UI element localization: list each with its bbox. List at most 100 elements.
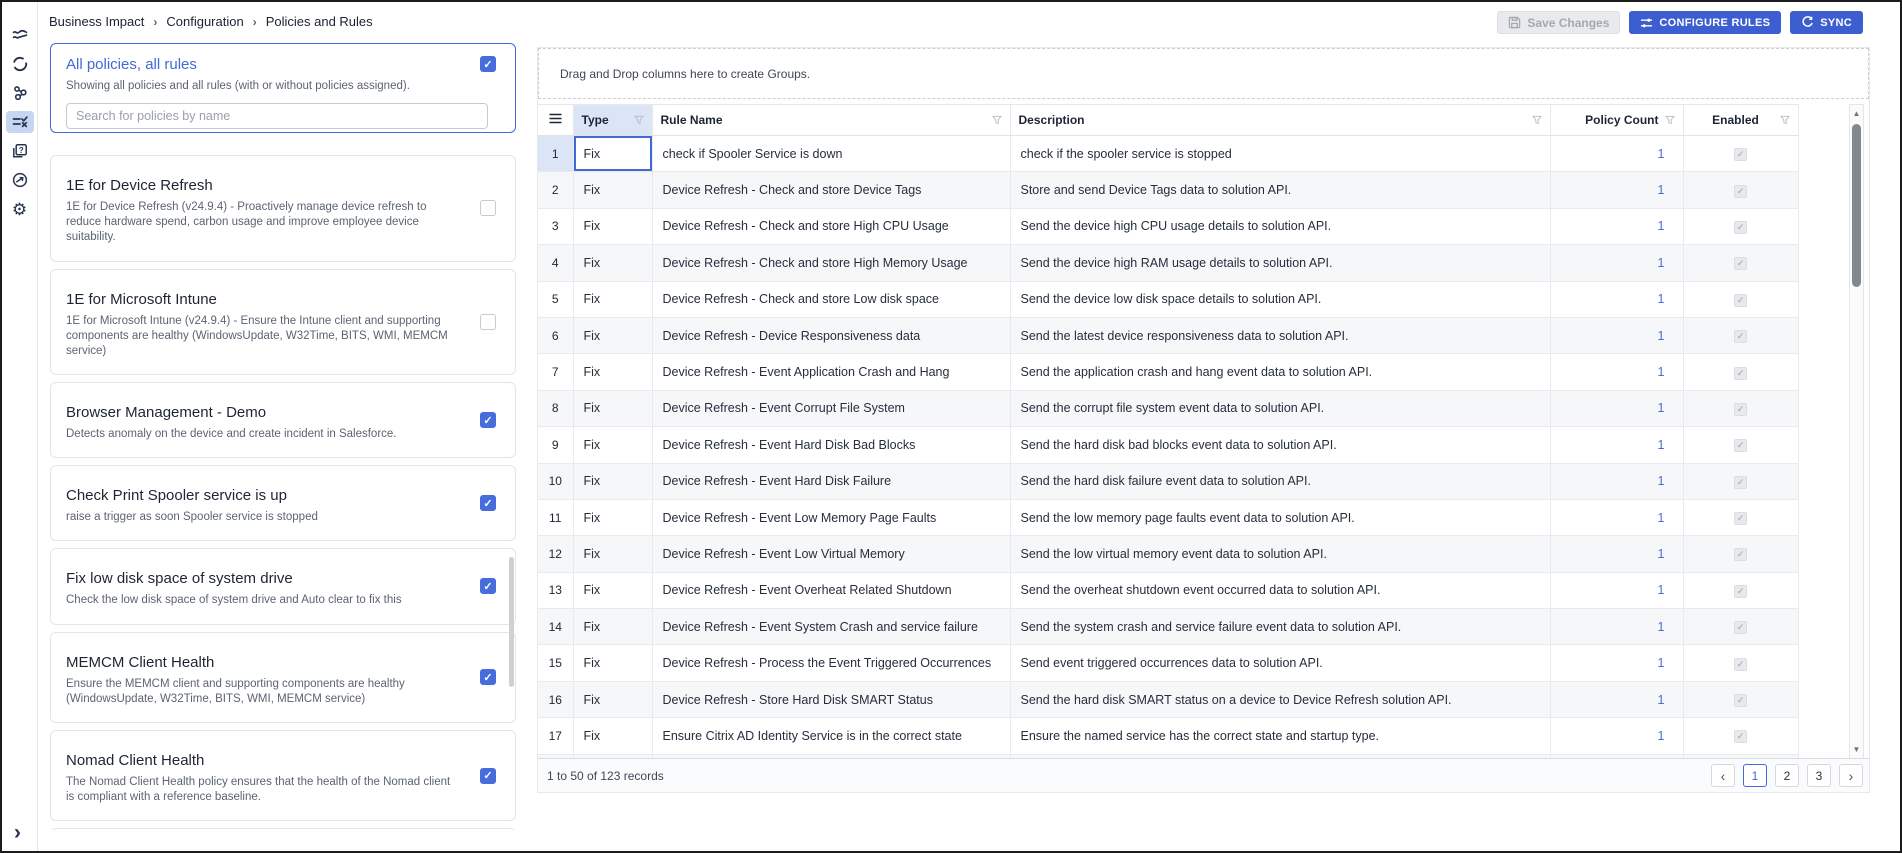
description-cell[interactable]: check if the spooler service is stopped <box>1010 136 1550 172</box>
column-header-enabled[interactable]: Enabled <box>1683 105 1798 136</box>
configure-rules-button[interactable]: CONFIGURE RULES <box>1629 11 1781 34</box>
policy-checkbox[interactable]: ✓ <box>480 495 496 511</box>
policy-checkbox[interactable]: ✓ <box>480 412 496 428</box>
row-number-cell[interactable]: 11 <box>538 499 573 535</box>
description-cell[interactable]: Send the low virtual memory event data t… <box>1010 536 1550 572</box>
row-number-cell[interactable]: 16 <box>538 681 573 717</box>
breadcrumb-policies-and-rules[interactable]: Policies and Rules <box>266 14 373 29</box>
enabled-cell[interactable]: ✓ <box>1683 390 1798 426</box>
row-number-cell[interactable]: 13 <box>538 572 573 608</box>
type-cell[interactable]: Fix <box>573 681 652 717</box>
scrollbar-thumb[interactable] <box>1852 124 1861 287</box>
policy-checkbox[interactable]: ✓ <box>480 669 496 685</box>
type-cell[interactable]: Fix <box>573 499 652 535</box>
policy-count-cell[interactable]: 1 <box>1550 245 1683 281</box>
rule-name-cell[interactable]: Device Refresh - Process the Event Trigg… <box>652 645 1010 681</box>
filter-funnel-icon[interactable] <box>1665 115 1675 125</box>
column-header-policy-count[interactable]: Policy Count <box>1550 105 1683 136</box>
rule-name-cell[interactable]: Device Refresh - Event Hard Disk Bad Blo… <box>652 427 1010 463</box>
filter-funnel-icon[interactable] <box>1532 115 1542 125</box>
next-page-button[interactable]: › <box>1839 764 1863 787</box>
type-cell[interactable]: Fix <box>573 317 652 353</box>
help-panel-icon[interactable]: ? <box>6 140 34 162</box>
enabled-cell[interactable]: ✓ <box>1683 718 1798 754</box>
type-cell[interactable]: Fix <box>573 609 652 645</box>
type-cell[interactable]: Fix <box>573 208 652 244</box>
type-cell[interactable]: Fix <box>573 645 652 681</box>
row-number-cell[interactable]: 10 <box>538 463 573 499</box>
type-cell[interactable]: Fix <box>573 245 652 281</box>
row-number-cell[interactable]: 17 <box>538 718 573 754</box>
enabled-cell[interactable]: ✓ <box>1683 463 1798 499</box>
policy-checkbox[interactable]: ✓ <box>480 768 496 784</box>
rule-name-cell[interactable]: Ensure Citrix AD Identity Service is in … <box>652 718 1010 754</box>
row-number-cell[interactable]: 14 <box>538 609 573 645</box>
page-number-button[interactable]: 1 <box>1743 764 1767 787</box>
description-cell[interactable]: Send the hard disk failure event data to… <box>1010 463 1550 499</box>
description-cell[interactable]: Send the overheat shutdown event occurre… <box>1010 572 1550 608</box>
rule-name-cell[interactable]: Device Refresh - Check and store High CP… <box>652 208 1010 244</box>
rule-name-cell[interactable]: Device Refresh - Store Hard Disk SMART S… <box>652 681 1010 717</box>
enabled-cell[interactable]: ✓ <box>1683 681 1798 717</box>
column-header-rule-name[interactable]: Rule Name <box>652 105 1010 136</box>
policy-count-cell[interactable]: 1 <box>1550 354 1683 390</box>
description-cell[interactable]: Send the system crash and service failur… <box>1010 609 1550 645</box>
policy-card[interactable]: Solutions Core 1E Solutions Core (v25.1)… <box>50 828 516 830</box>
enabled-cell[interactable]: ✓ <box>1683 536 1798 572</box>
policy-checkbox[interactable]: ✓ <box>480 314 496 330</box>
description-cell[interactable]: Send the device high CPU usage details t… <box>1010 208 1550 244</box>
enabled-cell[interactable]: ✓ <box>1683 172 1798 208</box>
type-cell[interactable]: Fix <box>573 354 652 390</box>
enabled-cell[interactable]: ✓ <box>1683 609 1798 645</box>
rule-name-cell[interactable]: Device Refresh - Event Application Crash… <box>652 354 1010 390</box>
type-cell[interactable]: Fix <box>573 463 652 499</box>
policy-count-cell[interactable]: 1 <box>1550 609 1683 645</box>
policy-count-cell[interactable]: 1 <box>1550 281 1683 317</box>
row-number-cell[interactable]: 3 <box>538 208 573 244</box>
scroll-down-arrow-icon[interactable]: ▼ <box>1850 742 1863 757</box>
row-number-cell[interactable]: 6 <box>538 317 573 353</box>
page-number-button[interactable]: 2 <box>1775 764 1799 787</box>
policy-count-cell[interactable]: 1 <box>1550 536 1683 572</box>
type-cell[interactable]: Fix <box>573 136 652 172</box>
enabled-cell[interactable]: ✓ <box>1683 572 1798 608</box>
policy-search-input[interactable] <box>66 103 488 129</box>
rule-name-cell[interactable]: Device Refresh - Event System Crash and … <box>652 609 1010 645</box>
page-number-button[interactable]: 3 <box>1807 764 1831 787</box>
policy-card[interactable]: Nomad Client Health The Nomad Client Hea… <box>50 730 516 821</box>
policy-count-cell[interactable]: 1 <box>1550 317 1683 353</box>
enabled-cell[interactable]: ✓ <box>1683 499 1798 535</box>
description-cell[interactable]: Send the application crash and hang even… <box>1010 354 1550 390</box>
description-cell[interactable]: Send the hard disk SMART status on a dev… <box>1010 681 1550 717</box>
rule-name-cell[interactable]: Device Refresh - Check and store Device … <box>652 172 1010 208</box>
policy-card[interactable]: Fix low disk space of system drive Check… <box>50 548 516 624</box>
policy-count-cell[interactable]: 1 <box>1550 645 1683 681</box>
enabled-cell[interactable]: ✓ <box>1683 208 1798 244</box>
enabled-cell[interactable]: ✓ <box>1683 281 1798 317</box>
description-cell[interactable]: Send the latest device responsiveness da… <box>1010 317 1550 353</box>
breadcrumb-configuration[interactable]: Configuration <box>166 14 243 29</box>
save-changes-button[interactable]: Save Changes <box>1497 11 1620 34</box>
enabled-cell[interactable]: ✓ <box>1683 645 1798 681</box>
prev-page-button[interactable]: ‹ <box>1711 764 1735 787</box>
type-cell[interactable]: Fix <box>573 718 652 754</box>
type-cell[interactable]: Fix <box>573 281 652 317</box>
sync-button[interactable]: SYNC <box>1790 11 1863 34</box>
rule-name-cell[interactable]: Device Refresh - Event Low Virtual Memor… <box>652 536 1010 572</box>
policy-count-cell[interactable]: 1 <box>1550 499 1683 535</box>
policy-count-cell[interactable]: 1 <box>1550 463 1683 499</box>
table-vertical-scrollbar[interactable]: ▲ ▼ <box>1849 104 1864 759</box>
policy-card[interactable]: 1E for Device Refresh 1E for Device Refr… <box>50 155 516 262</box>
type-cell[interactable]: Fix <box>573 536 652 572</box>
column-header-type[interactable]: Type <box>573 105 652 136</box>
filter-funnel-icon[interactable] <box>992 115 1002 125</box>
rule-name-cell[interactable]: Device Refresh - Check and store Low dis… <box>652 281 1010 317</box>
policy-count-cell[interactable]: 1 <box>1550 427 1683 463</box>
enabled-cell[interactable]: ✓ <box>1683 317 1798 353</box>
description-cell[interactable]: Send the low memory page faults event da… <box>1010 499 1550 535</box>
policy-count-cell[interactable]: 1 <box>1550 136 1683 172</box>
rule-name-cell[interactable]: Device Refresh - Event Hard Disk Failure <box>652 463 1010 499</box>
row-number-cell[interactable]: 7 <box>538 354 573 390</box>
support-icon[interactable] <box>6 169 34 191</box>
filter-funnel-icon[interactable] <box>1780 115 1790 125</box>
